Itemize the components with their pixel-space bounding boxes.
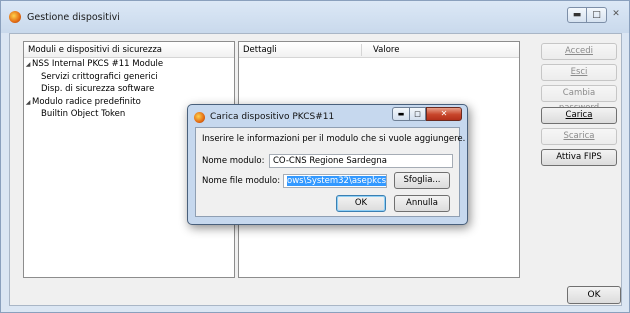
load-button[interactable]: Carica: [541, 107, 617, 124]
change-password-button[interactable]: Cambia password: [541, 85, 617, 113]
module-file-label: Nome file modulo:: [202, 176, 281, 186]
firefox-icon: [9, 11, 21, 23]
module-name-input[interactable]: CO-CNS Regione Sardegna: [269, 154, 453, 168]
tree-item[interactable]: Servizi crittografici generici: [24, 71, 234, 84]
dialog-cancel-button[interactable]: Annulla: [394, 195, 450, 212]
dialog-title: Carica dispositivo PKCS#11: [210, 112, 335, 122]
window-title: Gestione dispositivi: [27, 12, 120, 23]
dialog-instruction: Inserire le informazioni per il modulo c…: [202, 134, 466, 144]
close-button[interactable]: ✕: [609, 7, 623, 23]
module-file-input[interactable]: ows\System32\asepkcs.dll: [283, 174, 387, 188]
dialog-body: Inserire le informazioni per il modulo c…: [195, 127, 465, 217]
column-separator[interactable]: [361, 44, 362, 56]
firefox-icon: [194, 112, 205, 123]
details-column-header[interactable]: Dettagli: [243, 45, 277, 55]
expand-triangle-icon[interactable]: ◢: [24, 59, 32, 72]
ok-button[interactable]: OK: [567, 286, 621, 304]
browse-button[interactable]: Sfoglia...: [394, 172, 450, 189]
maximize-button[interactable]: □: [587, 7, 607, 23]
tree-column-header[interactable]: Moduli e dispositivi di sicurezza: [24, 42, 234, 58]
minimize-button[interactable]: ▬: [567, 7, 587, 23]
enable-fips-button[interactable]: Attiva FIPS: [541, 149, 617, 166]
value-column-header[interactable]: Valore: [373, 45, 399, 55]
tree-item[interactable]: ◢ NSS Internal PKCS #11 Module: [24, 58, 234, 71]
dialog-close-button[interactable]: ✕: [426, 107, 462, 121]
load-device-dialog: Carica dispositivo PKCS#11 ▬ □ ✕ Inserir…: [187, 104, 468, 225]
details-header: Dettagli Valore: [239, 42, 519, 58]
expand-triangle-icon[interactable]: ◢: [24, 97, 32, 110]
tree-item[interactable]: Disp. di sicurezza software: [24, 83, 234, 96]
module-file-value: ows\System32\asepkcs.dll: [287, 176, 386, 186]
logout-button[interactable]: Esci: [541, 64, 617, 81]
dialog-ok-button[interactable]: OK: [336, 195, 386, 212]
login-button[interactable]: Accedi: [541, 43, 617, 60]
unload-button[interactable]: Scarica: [541, 128, 617, 145]
dialog-maximize-button[interactable]: □: [409, 107, 426, 121]
title-bar: Gestione dispositivi ▬ □ ✕: [1, 1, 629, 33]
dialog-minimize-button[interactable]: ▬: [392, 107, 409, 121]
module-name-label: Nome modulo:: [202, 156, 265, 166]
